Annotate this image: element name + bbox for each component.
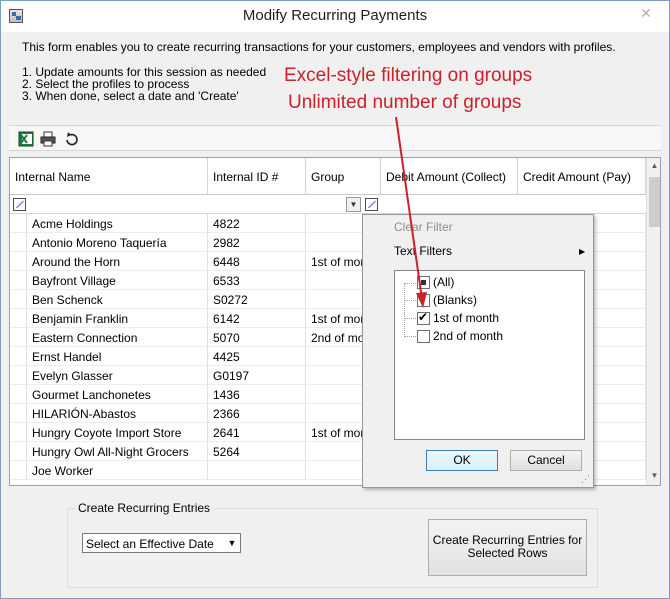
step-3-text: 3. When done, select a date and 'Create' [22,89,239,103]
row-selector[interactable] [10,442,27,461]
row-selector[interactable] [10,328,27,347]
cell-internal-id[interactable]: S0272 [208,290,306,309]
cell-internal-name[interactable]: Benjamin Franklin [27,309,208,328]
option-all-label: (All) [433,275,455,289]
option-blanks-label: (Blanks) [433,293,478,307]
filter-row: ▼ [10,195,646,214]
create-recurring-entries-button[interactable]: Create Recurring Entries for Selected Ro… [428,519,587,576]
cell-internal-id[interactable]: 6448 [208,252,306,271]
vertical-scrollbar[interactable]: ▲ ▼ [646,158,660,485]
row-selector[interactable] [10,290,27,309]
cell-internal-name[interactable]: Eastern Connection [27,328,208,347]
row-selector[interactable] [10,347,27,366]
row-selector[interactable] [10,309,27,328]
cell-internal-id[interactable]: 5264 [208,442,306,461]
group-filter-dropdown[interactable]: ▼ [346,197,361,212]
cell-internal-id[interactable]: 6142 [208,309,306,328]
title-bar: Modify Recurring Payments ✕ [1,1,669,32]
excel-icon[interactable] [18,131,34,147]
scroll-down-arrow[interactable]: ▼ [647,468,660,484]
cell-internal-name[interactable]: Joe Worker [27,461,208,480]
group-filter-edit-icon[interactable] [365,198,378,211]
row-selector[interactable] [10,404,27,423]
annotation-arrow [395,116,427,308]
row-selector[interactable] [10,214,27,233]
ok-button[interactable]: OK [426,450,498,471]
intro-text: This form enables you to create recurrin… [22,40,616,54]
checkbox-1st-of-month[interactable] [417,310,430,325]
checkbox-2nd-of-month[interactable] [417,330,430,343]
cell-internal-name[interactable]: Around the Horn [27,252,208,271]
column-header-group[interactable]: Group [306,158,381,195]
row-selector[interactable] [10,385,27,404]
effective-date-value: Select an Effective Date [86,537,214,551]
resize-grip-icon[interactable]: ⋰ [581,474,590,485]
row-selector[interactable] [10,233,27,252]
cell-internal-id[interactable]: 2366 [208,404,306,423]
cell-internal-name[interactable]: Evelyn Glasser [27,366,208,385]
cell-internal-id[interactable]: 1436 [208,385,306,404]
cell-internal-name[interactable]: Ernst Handel [27,347,208,366]
annotation-line-1: Excel-style filtering on groups [284,65,533,86]
submenu-arrow-icon: ▶ [579,247,586,256]
cell-internal-id[interactable]: 4822 [208,214,306,233]
effective-date-select[interactable]: Select an Effective Date ▼ [82,533,241,553]
cell-internal-name[interactable]: Antonio Moreno Taquería [27,233,208,252]
cell-internal-id[interactable] [208,461,306,480]
create-button-line-2: Selected Rows [467,546,548,560]
window-title: Modify Recurring Payments [242,7,428,24]
cell-internal-id[interactable]: 2982 [208,233,306,252]
row-selector[interactable] [10,423,27,442]
cell-internal-name[interactable]: Ben Schenck [27,290,208,309]
cancel-button[interactable]: Cancel [510,450,582,471]
tree-line [404,318,418,319]
cell-internal-id[interactable]: 2641 [208,423,306,442]
cell-internal-name[interactable]: Bayfront Village [27,271,208,290]
row-selector[interactable] [10,252,27,271]
scroll-thumb[interactable] [649,177,660,227]
option-1st-of-month-label: 1st of month [433,311,500,325]
column-header-internal-name[interactable]: Internal Name [10,158,208,195]
cell-internal-id[interactable]: 4425 [208,347,306,366]
toolbar [9,125,661,151]
cell-internal-name[interactable]: Gourmet Lanchonetes [27,385,208,404]
row-selector[interactable] [10,461,27,480]
row-selector[interactable] [10,366,27,385]
filter-edit-icon[interactable] [13,198,26,211]
tree-line [404,336,418,337]
cell-internal-name[interactable]: Hungry Coyote Import Store [27,423,208,442]
column-header-internal-id[interactable]: Internal ID # [208,158,306,195]
modify-recurring-payments-window: Modify Recurring Payments ✕ This form en… [0,0,670,599]
close-button[interactable]: ✕ [631,3,661,23]
cell-internal-name[interactable]: HILARIÓN-Abastos [27,404,208,423]
cell-internal-id[interactable]: 5070 [208,328,306,347]
scroll-up-arrow[interactable]: ▲ [647,158,660,174]
cell-internal-id[interactable]: 6533 [208,271,306,290]
refresh-icon[interactable] [64,131,80,147]
cell-internal-name[interactable]: Hungry Owl All-Night Grocers [27,442,208,461]
option-2nd-of-month-label: 2nd of month [433,329,504,343]
column-header-credit-amount[interactable]: Credit Amount (Pay) [518,158,646,195]
cell-internal-id[interactable]: G0197 [208,366,306,385]
cell-internal-name[interactable]: Acme Holdings [27,214,208,233]
chevron-down-icon: ▼ [227,538,237,548]
create-recurring-entries-label: Create Recurring Entries [75,501,214,515]
print-icon[interactable] [40,131,56,147]
row-selector[interactable] [10,271,27,290]
